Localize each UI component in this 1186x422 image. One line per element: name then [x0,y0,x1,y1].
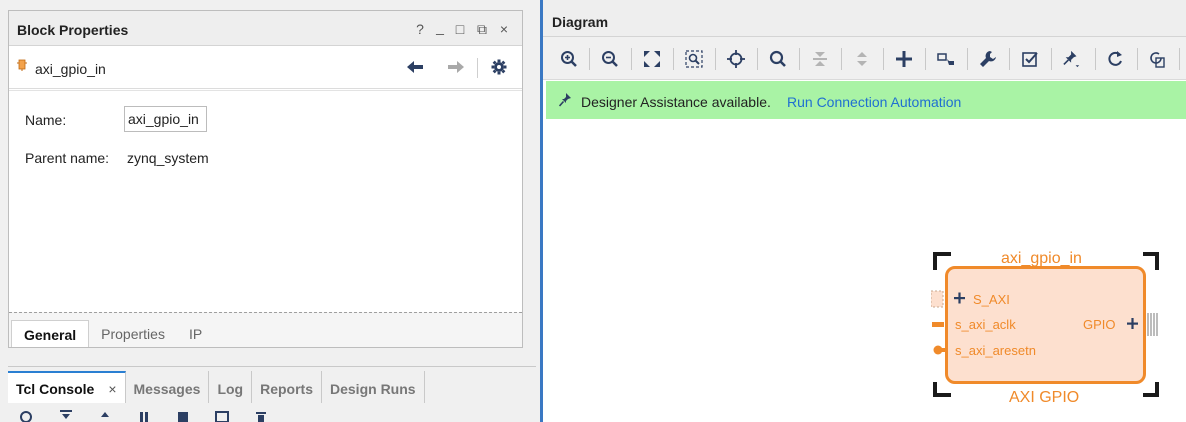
port-s-axi-aclk[interactable]: s_axi_aclk [955,317,1016,332]
selected-block-name: axi_gpio_in [35,61,106,77]
run-connection-automation-link[interactable]: Run Connection Automation [787,94,961,110]
name-field[interactable] [124,106,207,132]
toolbar-separator [1179,48,1180,70]
center-icon[interactable] [727,50,745,68]
banner-text: Designer Assistance available. [581,94,771,110]
parent-name-value: zynq_system [127,150,209,166]
save-icon[interactable] [174,407,192,422]
properties-tab-bar: General Properties IP [9,312,522,347]
console-toolbar [18,407,270,422]
diagram-title: Diagram [552,14,609,30]
tab-general[interactable]: General [11,320,90,347]
toolbar-separator [925,48,926,70]
float-icon[interactable]: ⧉ [474,21,490,37]
back-icon[interactable] [404,57,426,77]
tab-log[interactable]: Log [209,371,253,403]
block-properties-panel: Block Properties ? _ □ ⧉ × axi_gpio_in N… [8,10,523,348]
toolbar-separator [477,58,478,78]
general-properties: Name: Parent name: zynq_system [9,90,522,314]
diagram-panel: Diagram Designer Assistance available. R… [540,0,1186,422]
pause-icon[interactable] [135,407,153,422]
port-gpio[interactable]: GPIO [1083,317,1116,332]
toolbar-separator [1095,48,1096,70]
tab-properties[interactable]: Properties [89,320,177,347]
toolbar-separator [799,48,800,70]
toolbar-separator [967,48,968,70]
parent-name-label: Parent name: [25,150,110,166]
toolbar-separator [883,48,884,70]
name-label: Name: [25,112,67,128]
block-properties-header: Block Properties ? _ □ ⧉ × [9,11,522,46]
close-icon[interactable]: × [108,381,116,397]
diagram-header: Diagram [543,0,1186,37]
table-icon[interactable] [213,407,231,422]
toolbar-separator [757,48,758,70]
expand-all-icon[interactable] [96,407,114,422]
toolbar-separator [1051,48,1052,70]
pin-icon [559,93,571,107]
collapse-all-icon[interactable] [57,407,75,422]
expand-icon[interactable] [853,50,871,68]
tab-messages[interactable]: Messages [126,371,210,403]
help-icon[interactable]: ? [412,21,428,37]
tab-label: Tcl Console [16,381,95,397]
make-connection-icon[interactable] [937,50,955,68]
panel-title: Block Properties [17,22,129,38]
toolbar-separator [673,48,674,70]
toolbar-separator [715,48,716,70]
toolbar-separator [1137,48,1138,70]
bottom-tab-bar: Tcl Console × Messages Log Reports Design… [8,371,425,403]
port-s-axi[interactable]: S_AXI [973,292,1010,307]
toolbar-separator [1009,48,1010,70]
collapse-icon[interactable] [811,50,829,68]
add-ip-icon[interactable] [895,50,913,68]
zoom-out-icon[interactable] [601,50,619,68]
validate-icon[interactable] [1021,50,1039,68]
block-ip-name: AXI GPIO [1009,389,1080,406]
block-properties-toolbar: axi_gpio_in [9,46,522,89]
search-icon[interactable] [18,407,36,422]
minimize-icon[interactable]: _ [432,19,448,35]
port-s-axi-aresetn[interactable]: s_axi_aresetn [955,343,1036,358]
tab-tcl-console[interactable]: Tcl Console × [8,371,126,403]
maximize-icon[interactable]: □ [452,21,468,37]
toolbar-separator [631,48,632,70]
regenerate-layout-icon[interactable] [1148,50,1166,68]
zoom-in-icon[interactable] [560,50,578,68]
delete-icon[interactable] [252,407,270,422]
diagram-canvas[interactable]: axi_gpio_in S_AXI s_axi_aclk s_axi_arese… [543,119,1186,422]
refresh-icon[interactable] [1106,50,1124,68]
pin-icon[interactable] [1063,50,1081,68]
properties-wrench-icon[interactable] [979,50,997,68]
zoom-fit-icon[interactable] [643,50,661,68]
tab-design-runs[interactable]: Design Runs [322,371,425,403]
diagram-toolbar [543,37,1186,80]
search-icon[interactable] [769,50,787,68]
zoom-area-icon[interactable] [685,50,703,68]
forward-icon[interactable] [445,57,467,77]
bottom-panel: Tcl Console × Messages Log Reports Design… [8,366,536,422]
tab-ip[interactable]: IP [177,320,214,347]
designer-assistance-banner: Designer Assistance available. Run Conne… [546,81,1186,119]
ip-block-icon [17,59,27,71]
toolbar-separator [841,48,842,70]
gear-icon[interactable] [488,57,510,77]
tab-reports[interactable]: Reports [252,371,322,403]
close-icon[interactable]: × [496,21,512,37]
axi-gpio-block[interactable]: axi_gpio_in S_AXI s_axi_aclk s_axi_arese… [931,250,1161,410]
toolbar-separator [589,48,590,70]
